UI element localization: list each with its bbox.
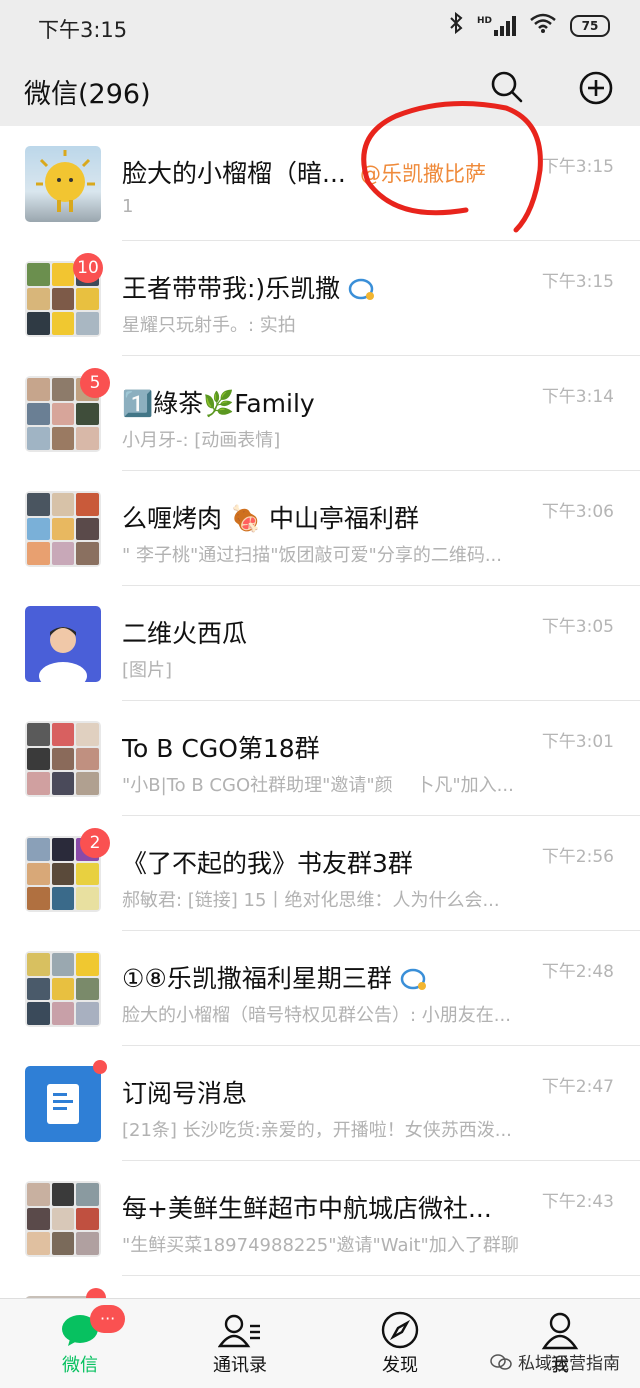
chat-preview: " 李子桃"通过扫描"饭团敲可爱"分享的二维码...	[122, 545, 503, 566]
tab-label: 微信	[62, 1355, 98, 1376]
chat-time: 下午3:06	[541, 502, 614, 522]
tab-contacts[interactable]: 通讯录	[190, 1309, 290, 1377]
chat-item-partial[interactable]	[0, 1276, 640, 1298]
unread-badge: 10	[73, 253, 103, 283]
watermark-text: 私域运营指南	[518, 1354, 620, 1374]
chat-item[interactable]: ①⑧乐凯撒福利星期三群 脸大的小榴榴（暗号特权见群公告）: 小朋友在... 下午…	[0, 931, 640, 1046]
chat-name: 《了不起的我》书友群3群	[122, 849, 413, 878]
chat-preview: 脸大的小榴榴（暗号特权见群公告）: 小朋友在...	[122, 1005, 511, 1026]
chat-time: 下午2:43	[541, 1192, 614, 1212]
chat-name: To B CGO第18群	[122, 734, 320, 763]
contacts-icon	[190, 1309, 290, 1351]
signal-icon: HD	[476, 15, 516, 36]
chat-preview: "小B|To B CGO社群助理"邀请"颜 卜凡"加入...	[122, 775, 514, 796]
chat-item[interactable]: 5 1️⃣綠茶🌿Family 小月牙-: [动画表情] 下午3:14	[0, 356, 640, 471]
compass-icon	[350, 1309, 450, 1351]
chat-preview: 郝敏君: [链接] 15丨绝对化思维：人为什么会...	[122, 890, 500, 911]
rainbow-chat-icon	[348, 278, 375, 300]
chat-name: ①⑧乐凯撒福利星期三群	[122, 959, 428, 995]
chat-preview: "生鲜买菜18974988225"邀请"Wait"加入了群聊	[122, 1235, 519, 1256]
unread-badge: 5	[80, 368, 110, 398]
chat-preview: 星耀只玩射手。: 实拍	[122, 315, 296, 336]
article-icon	[47, 1084, 79, 1124]
chat-time: 下午3:01	[541, 732, 614, 752]
rainbow-chat-icon	[400, 968, 426, 990]
tab-badge: ···	[90, 1305, 126, 1333]
chat-time: 下午3:14	[541, 387, 614, 407]
group-avatar	[25, 951, 101, 1027]
chat-name: 每+美鲜生鲜超市中航城店微社...	[122, 1194, 492, 1223]
chat-item[interactable]: 10 王者带带我:)乐凯撒 星耀只玩射手。: 实拍 下午3:15	[0, 241, 640, 356]
network-type: HD	[476, 15, 492, 26]
chat-name: 么喱烤肉 🍖 中山亭福利群	[122, 504, 420, 533]
chat-name: 王者带带我:)乐凯撒	[122, 269, 376, 305]
chat-time: 下午3:15	[541, 272, 614, 292]
chat-list[interactable]: 脸大的小榴榴（暗... @乐凯撒比萨 1 下午3:15 10 王者带带我:)乐凯…	[0, 126, 640, 1298]
chat-time: 下午3:15	[541, 157, 614, 177]
chat-name: 订阅号消息	[122, 1079, 248, 1108]
annotation-circle	[361, 101, 543, 233]
page-title: 微信(296)	[24, 79, 151, 110]
chat-time: 下午2:56	[541, 847, 614, 867]
chat-name: 1️⃣綠茶🌿Family	[122, 389, 315, 418]
chat-item[interactable]: To B CGO第18群 "小B|To B CGO社群助理"邀请"颜 卜凡"加入…	[0, 701, 640, 816]
person-icon	[510, 1309, 610, 1351]
avatar	[25, 146, 101, 222]
bottom-tab-bar: ··· 微信 通讯录 发现 我	[0, 1298, 640, 1388]
tab-discover[interactable]: 发现	[350, 1309, 450, 1377]
tab-label: 通讯录	[213, 1355, 267, 1376]
group-avatar	[25, 491, 101, 567]
group-avatar	[25, 1181, 101, 1257]
watermark: 私域运营指南	[490, 1349, 620, 1374]
chat-preview: [21条] 长沙吃货:亲爱的，开播啦！女侠苏西泼...	[122, 1120, 512, 1141]
subscription-avatar	[25, 1066, 101, 1142]
unread-dot	[93, 1060, 107, 1074]
battery-level: 75	[581, 18, 599, 33]
chat-preview: [图片]	[122, 660, 173, 681]
status-time: 下午3:15	[38, 18, 128, 42]
unread-dot	[86, 1288, 106, 1298]
avatar	[25, 606, 101, 682]
wifi-icon	[530, 13, 556, 38]
chat-preview: 1	[122, 196, 134, 217]
chat-time: 下午2:47	[541, 1077, 614, 1097]
chat-item[interactable]: 订阅号消息 [21条] 长沙吃货:亲爱的，开播啦！女侠苏西泼... 下午2:47	[0, 1046, 640, 1161]
tab-label: 发现	[382, 1355, 418, 1376]
unread-badge: 2	[80, 828, 110, 858]
chat-bubble-icon: ···	[30, 1305, 130, 1351]
chat-item[interactable]: 2 《了不起的我》书友群3群 郝敏君: [链接] 15丨绝对化思维：人为什么会.…	[0, 816, 640, 931]
chat-time: 下午2:48	[541, 962, 614, 982]
tab-chats[interactable]: ··· 微信	[30, 1305, 130, 1377]
person-photo-icon	[39, 627, 87, 682]
chat-name: 脸大的小榴榴（暗...	[122, 159, 346, 188]
chat-item[interactable]: 么喱烤肉 🍖 中山亭福利群 " 李子桃"通过扫描"饭团敲可爱"分享的二维码...…	[0, 471, 640, 586]
durian-mascot-icon	[36, 150, 95, 212]
battery-icon: 75	[570, 14, 610, 37]
chat-name-text: ①⑧乐凯撒福利星期三群	[122, 964, 392, 993]
plus-circle-icon[interactable]	[578, 70, 614, 110]
status-icons: HD 75	[449, 11, 610, 39]
status-bar: 下午3:15 HD 75	[0, 0, 640, 52]
chat-time: 下午3:05	[541, 617, 614, 637]
wechat-logo-icon	[490, 1353, 512, 1370]
group-avatar	[25, 721, 101, 797]
chat-item[interactable]: 二维火西瓜 [图片] 下午3:05	[0, 586, 640, 701]
chat-name: 二维火西瓜	[122, 619, 248, 648]
chat-preview: 小月牙-: [动画表情]	[122, 430, 281, 451]
chat-item[interactable]: 每+美鲜生鲜超市中航城店微社... "生鲜买菜18974988225"邀请"Wa…	[0, 1161, 640, 1276]
bluetooth-icon	[449, 11, 463, 39]
chat-name-text: 王者带带我:)乐凯撒	[122, 274, 341, 303]
